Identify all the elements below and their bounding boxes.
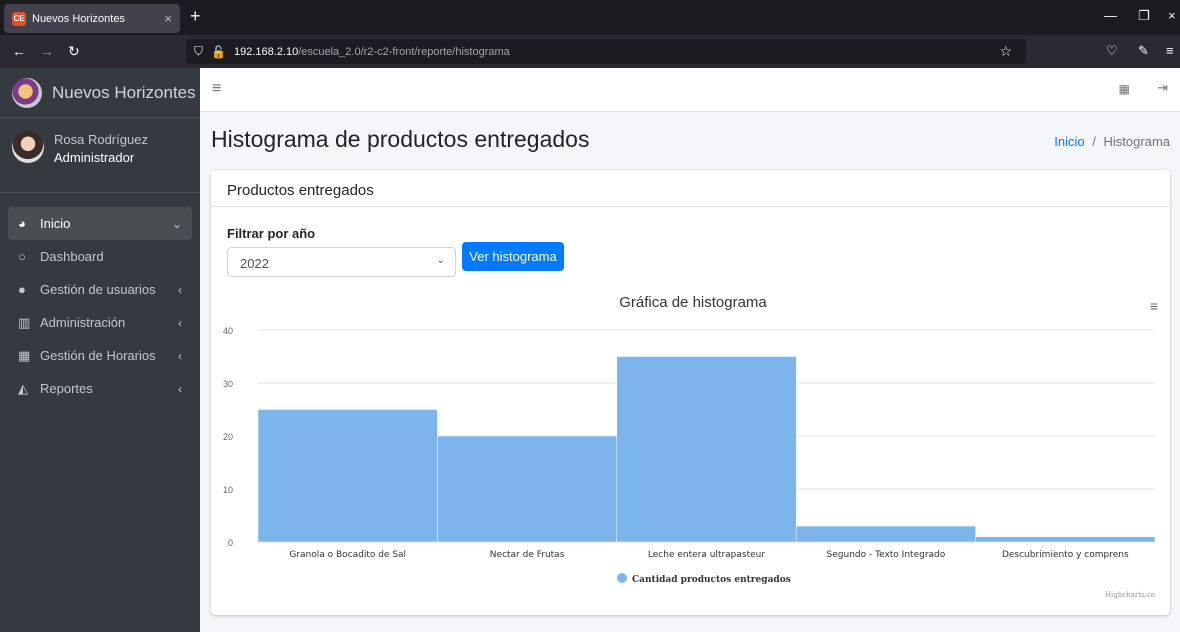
browser-tab[interactable]: CE Nuevos Horizontes ×: [4, 4, 180, 33]
sidebar: Nuevos Horizontes Rosa Rodríguez Adminis…: [0, 68, 200, 632]
chart-menu-icon[interactable]: ≡: [1150, 298, 1158, 314]
brand-logo-icon: [12, 77, 42, 108]
brand[interactable]: Nuevos Horizontes: [0, 68, 200, 118]
sidebar-item-label: Inicio: [40, 216, 71, 231]
sidebar-item-dashboard[interactable]: ○ Dashboard: [8, 240, 192, 273]
sidebar-item-label: Reportes: [40, 381, 93, 396]
browser-tab-bar: CE Nuevos Horizontes × + — ❐ ×: [0, 0, 1180, 35]
sidebar-item-inicio[interactable]: ◕ Inicio ⌄: [8, 207, 192, 240]
sidebar-item-label: Gestión de usuarios: [40, 282, 156, 297]
chevron-left-icon: ‹: [178, 282, 182, 297]
view-histogram-button[interactable]: Ver histograma: [462, 242, 564, 271]
brand-name: Nuevos Horizontes: [52, 82, 196, 102]
back-icon[interactable]: ←: [12, 43, 26, 59]
shield-icon[interactable]: ⛉: [194, 44, 203, 59]
url-host: 192.168.2.10: [233, 45, 299, 58]
calendar-icon: ▦: [18, 347, 31, 363]
chevron-left-icon: ‹: [178, 381, 182, 396]
chevron-left-icon: ‹: [178, 315, 182, 330]
minimize-icon[interactable]: —: [1104, 8, 1117, 23]
x-tick-label: Granola o Bocadito de Sal: [289, 550, 406, 560]
year-select[interactable]: 2022 ⌄: [227, 247, 456, 277]
circle-icon: ○: [18, 249, 26, 264]
avatar: [12, 131, 44, 163]
forward-icon[interactable]: →: [40, 43, 54, 59]
products-card: Productos entregados Filtrar por año 202…: [211, 170, 1170, 615]
user-icon: ●: [18, 282, 26, 297]
chart-icon: ◭: [18, 380, 28, 396]
browser-nav-bar: ← → ↻ ⛉ 🔓 192.168.2.10/escuela_2.0/r2-c2…: [0, 35, 1180, 68]
histogram-bar: [795, 525, 976, 543]
sidebar-item-reportes[interactable]: ◭ Reportes ‹: [8, 372, 192, 405]
x-tick-label: Descubrimiento y comprens: [1002, 550, 1129, 560]
new-tab-icon[interactable]: +: [190, 6, 201, 27]
filter-year-label: Filtrar por año: [227, 226, 316, 241]
extensions-icon[interactable]: ✎: [1138, 43, 1149, 59]
address-bar[interactable]: ⛉ 🔓 192.168.2.10/escuela_2.0/r2-c2-front…: [186, 39, 1026, 64]
sidebar-item-gestion-horarios[interactable]: ▦ Gestión de Horarios ‹: [8, 339, 192, 372]
histogram-bar: [257, 409, 438, 543]
histogram-bar: [437, 435, 618, 543]
x-tick-label: Nectar de Frutas: [490, 550, 565, 560]
page-title: Histograma de productos entregados: [211, 126, 590, 152]
y-tick-label: 10: [223, 485, 233, 495]
restore-icon[interactable]: ❐: [1138, 8, 1150, 24]
card-title: Productos entregados: [211, 170, 1170, 207]
y-tick-label: 40: [223, 326, 233, 336]
legend-label: Cantidad productos entregados: [632, 575, 791, 585]
sidebar-item-administracion[interactable]: ▥ Administración ‹: [8, 306, 192, 339]
reload-icon[interactable]: ↻: [68, 43, 80, 60]
year-select-value: 2022: [240, 256, 269, 271]
pocket-icon[interactable]: ♡: [1106, 43, 1118, 59]
y-tick-label: 30: [223, 379, 233, 389]
tab-close-icon[interactable]: ×: [164, 11, 172, 26]
sidebar-item-label: Dashboard: [40, 249, 104, 264]
tab-title: Nuevos Horizontes: [32, 12, 125, 25]
legend-marker: [617, 573, 627, 583]
sidebar-item-label: Gestión de Horarios: [40, 348, 156, 363]
user-panel[interactable]: Rosa Rodríguez Administrador: [0, 118, 200, 193]
sidebar-menu: ◕ Inicio ⌄ ○ Dashboard ● Gestión de usua…: [0, 193, 200, 413]
url-path: /escuela_2.0/r2-c2-front/reporte/histogr…: [298, 45, 510, 58]
logout-icon[interactable]: ⇥: [1157, 80, 1168, 96]
bookmark-star-icon[interactable]: ☆: [999, 43, 1012, 60]
x-tick-label: Segundo - Texto Integrado: [827, 550, 946, 560]
chevron-down-icon: ⌄: [171, 216, 182, 231]
grid-icon[interactable]: ▦: [1119, 82, 1130, 96]
breadcrumb-home-link[interactable]: Inicio: [1054, 134, 1084, 149]
breadcrumb-current: Histograma: [1103, 134, 1170, 149]
hamburger-menu-icon[interactable]: ≡: [212, 80, 221, 98]
x-tick-label: Leche entera ultrapasteur: [648, 550, 765, 560]
dashboard-gauge-icon: ◕: [18, 216, 26, 231]
chevron-left-icon: ‹: [178, 348, 182, 363]
app-menu-icon[interactable]: ≡: [1166, 43, 1174, 58]
user-name: Rosa Rodríguez: [54, 132, 148, 147]
histogram-bar: [975, 536, 1156, 543]
chart-svg: Gráfica de histograma 0 10 20 30 40 Granola o …: [223, 294, 1156, 599]
histogram-bar: [616, 356, 797, 543]
breadcrumb: Inicio / Histograma: [1054, 134, 1170, 149]
chevron-down-icon: ⌄: [436, 255, 445, 266]
user-role: Administrador: [54, 150, 135, 165]
lock-icon[interactable]: 🔓: [211, 45, 226, 59]
chart-title: Gráfica de histograma: [619, 294, 767, 311]
favicon-icon: CE: [12, 11, 26, 26]
y-tick-label: 0: [228, 538, 233, 548]
sidebar-item-gestion-usuarios[interactable]: ● Gestión de usuarios ‹: [8, 273, 192, 306]
y-tick-label: 20: [223, 432, 233, 442]
histogram-chart: Gráfica de histograma 0 10 20 30 40 Granola o …: [211, 286, 1170, 615]
chart-credits: Highcharts.co: [1105, 591, 1155, 599]
top-navbar: ≡ ▦ ⇥: [200, 68, 1180, 112]
building-icon: ▥: [18, 314, 31, 330]
sidebar-item-label: Administración: [40, 315, 126, 330]
close-window-icon[interactable]: ×: [1168, 8, 1176, 23]
breadcrumb-separator: /: [1092, 134, 1096, 149]
